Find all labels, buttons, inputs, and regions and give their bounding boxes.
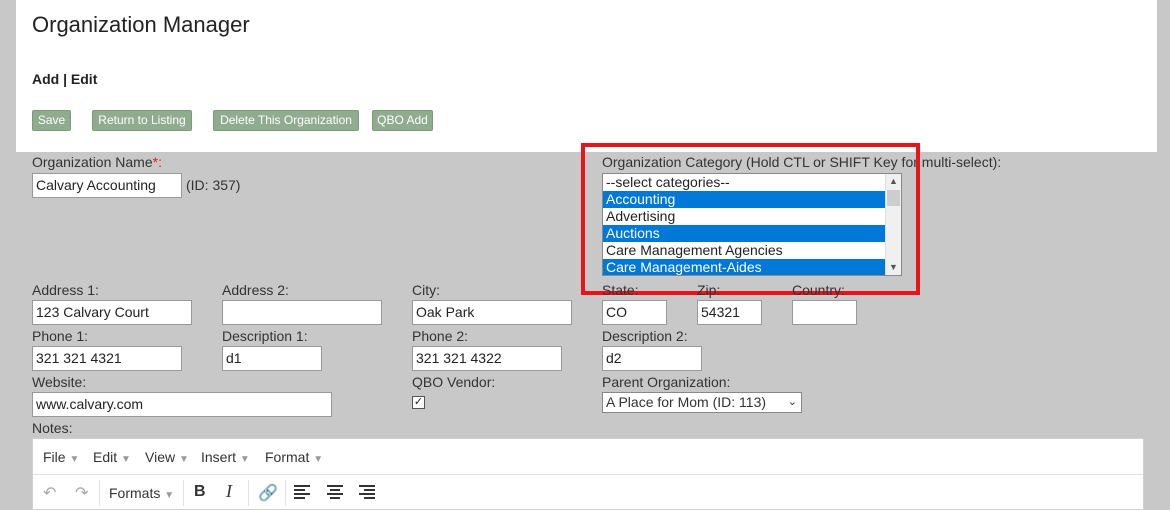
link-icon[interactable]: 🔗: [258, 483, 278, 503]
align-left-icon[interactable]: [293, 483, 311, 504]
redo-icon[interactable]: ↷: [75, 483, 88, 503]
address1-label: Address 1:: [32, 282, 99, 298]
notes-label: Notes:: [32, 420, 73, 436]
menu-view[interactable]: View ▼: [145, 449, 189, 465]
chevron-down-icon: ⌄: [787, 396, 797, 408]
description1-input[interactable]: d1: [222, 346, 322, 371]
country-input[interactable]: [792, 300, 857, 325]
parent-org-select[interactable]: A Place for Mom (ID: 113) ⌄: [602, 392, 802, 413]
highlight-box: [581, 143, 920, 295]
align-center-icon[interactable]: [326, 483, 344, 504]
italic-icon[interactable]: I: [226, 481, 232, 502]
state-input[interactable]: CO: [602, 300, 667, 325]
menu-file[interactable]: File ▼: [43, 449, 79, 465]
editor-menubar: File ▼ Edit ▼ View ▼ Insert ▼ Format ▼: [33, 439, 1143, 473]
toolbar-divider: [248, 480, 249, 506]
return-to-listing-button[interactable]: Return to Listing: [92, 110, 192, 131]
org-id-text: (ID: 357): [186, 177, 241, 193]
address1-input[interactable]: 123 Calvary Court: [32, 300, 192, 325]
right-gutter: [1157, 0, 1170, 152]
address2-label: Address 2:: [222, 282, 289, 298]
mode-links[interactable]: Add | Edit: [32, 71, 97, 87]
zip-input[interactable]: 54321: [697, 300, 762, 325]
left-gutter: [0, 0, 16, 510]
menu-insert[interactable]: Insert ▼: [201, 449, 250, 465]
toolbar-divider: [285, 480, 286, 506]
bold-icon[interactable]: B: [194, 483, 206, 501]
qbo-vendor-label: QBO Vendor:: [412, 374, 496, 390]
save-button[interactable]: Save: [32, 110, 71, 131]
delete-organization-button[interactable]: Delete This Organization: [213, 110, 359, 131]
org-name-input[interactable]: Calvary Accounting: [32, 173, 182, 198]
formats-dropdown[interactable]: Formats ▼: [109, 485, 174, 501]
phone2-input[interactable]: 321 321 4322: [412, 346, 562, 371]
parent-org-label: Parent Organization:: [602, 374, 731, 390]
description2-input[interactable]: d2: [602, 346, 702, 371]
parent-org-value: A Place for Mom (ID: 113): [606, 394, 767, 410]
state-label: State:: [602, 282, 639, 298]
description2-label: Description 2:: [602, 328, 688, 344]
phone1-input[interactable]: 321 321 4321: [32, 346, 182, 371]
zip-label: Zip:: [697, 282, 721, 298]
menu-format[interactable]: Format ▼: [265, 449, 323, 465]
phone2-label: Phone 2:: [412, 328, 469, 344]
required-marker: *:: [152, 154, 162, 170]
phone1-label: Phone 1:: [32, 328, 89, 344]
undo-icon[interactable]: ↶: [43, 483, 56, 503]
qbo-add-button[interactable]: QBO Add: [372, 110, 433, 131]
address2-input[interactable]: [222, 300, 382, 325]
website-input[interactable]: www.calvary.com: [32, 392, 332, 417]
city-label: City:: [412, 282, 440, 298]
align-right-icon[interactable]: [358, 483, 376, 504]
qbo-vendor-checkbox[interactable]: ✓: [412, 396, 425, 409]
notes-editor[interactable]: File ▼ Edit ▼ View ▼ Insert ▼ Format ▼ ↶…: [32, 438, 1144, 510]
menu-edit[interactable]: Edit ▼: [93, 449, 131, 465]
website-label: Website:: [32, 374, 87, 390]
toolbar-divider: [99, 480, 100, 506]
description1-label: Description 1:: [222, 328, 308, 344]
page-title: Organization Manager: [32, 12, 250, 37]
editor-toolbar: ↶ ↷ Formats ▼ B I 🔗: [33, 474, 1143, 510]
toolbar-divider: [183, 480, 184, 506]
city-input[interactable]: Oak Park: [412, 300, 572, 325]
org-name-label: Organization Name*:: [32, 154, 162, 170]
country-label: Country:: [792, 282, 845, 298]
